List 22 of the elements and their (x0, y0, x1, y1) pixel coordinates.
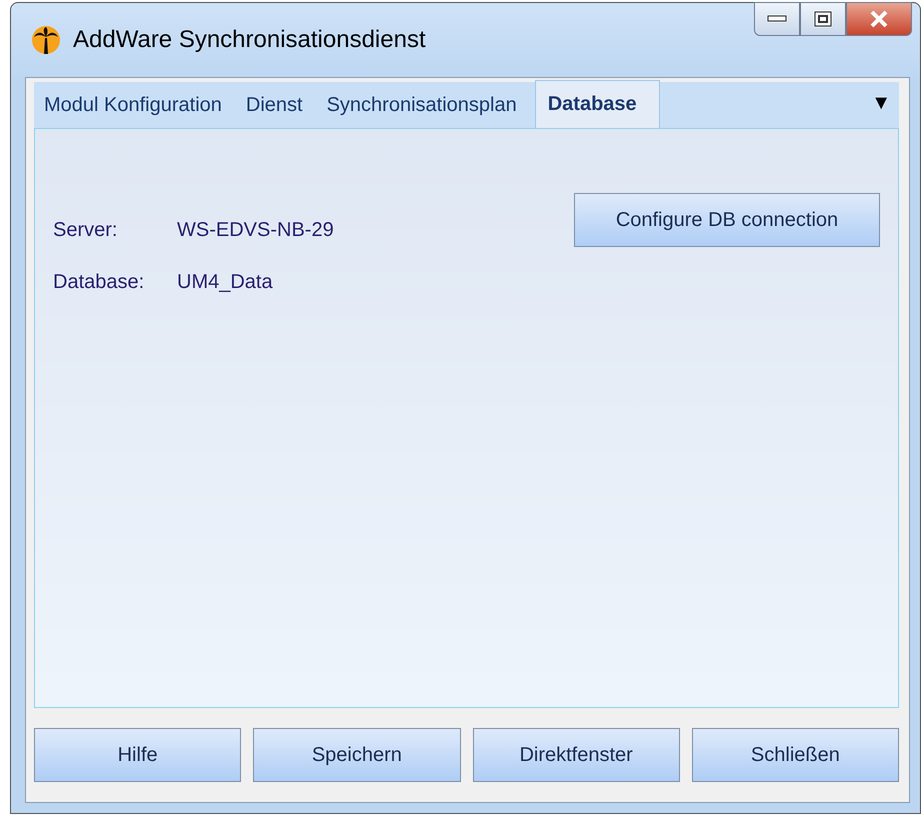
configure-button[interactable]: Configure DB connection (574, 193, 880, 247)
field-label: Server: (53, 218, 118, 243)
tab[interactable]: Dienst (240, 84, 321, 128)
tab[interactable]: Synchronisationsplan (320, 84, 535, 128)
palm-tree-icon (31, 24, 61, 56)
maximize-icon (814, 11, 832, 27)
close-button[interactable] (846, 2, 912, 36)
tab[interactable]: Database (534, 80, 660, 129)
field-value: UM4_Data (177, 270, 274, 295)
dialog-button[interactable]: Hilfe (34, 728, 242, 782)
field-label: Database: (53, 270, 146, 295)
minimize-icon (767, 15, 787, 23)
tab-overflow-button[interactable]: ▼ (871, 88, 891, 118)
dialog-button[interactable]: Speichern (253, 728, 460, 782)
dialog-button[interactable]: Schließen (692, 728, 899, 782)
dialog-button[interactable]: Direktfenster (472, 728, 680, 782)
field-value: WS-EDVS-NB-29 (177, 218, 334, 243)
close-icon (869, 10, 889, 28)
tab[interactable]: Modul Konfiguration (38, 84, 240, 128)
maximize-button[interactable] (800, 2, 846, 36)
window-title: AddWare Synchronisationsdienst (73, 25, 426, 55)
minimize-button[interactable] (754, 2, 800, 36)
